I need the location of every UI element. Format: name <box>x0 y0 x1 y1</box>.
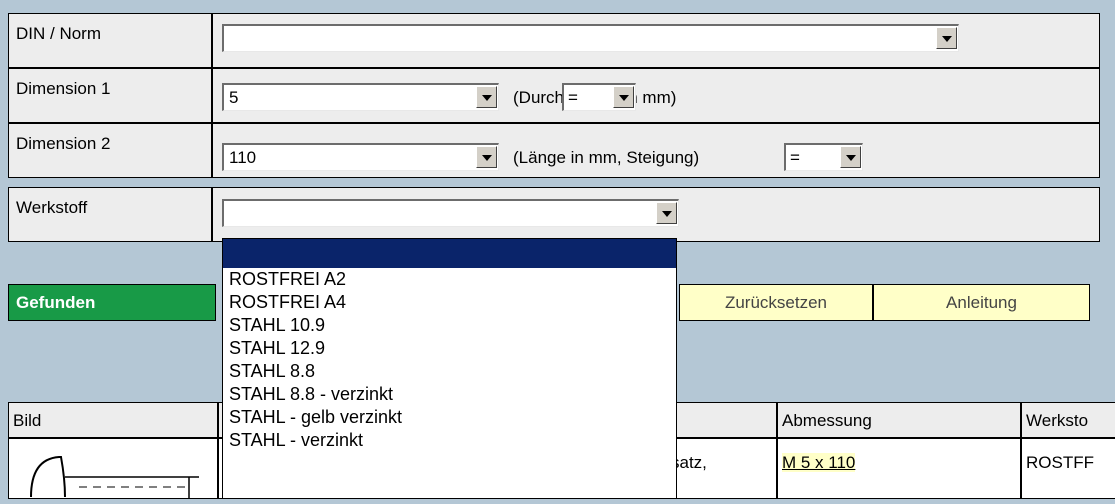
chevron-down-icon[interactable] <box>936 27 957 49</box>
dimension1-operator-value: = <box>568 88 578 107</box>
dimension2-cell: 110 (Länge in mm, Steigung) = <box>212 123 1100 178</box>
chevron-down-icon[interactable] <box>656 202 677 224</box>
dropdown-option[interactable]: STAHL 10.9 <box>223 314 676 337</box>
column-header-werkstoff: Werksto <box>1021 402 1115 438</box>
dimension2-operator-value: = <box>790 148 800 167</box>
din-norm-label: DIN / Norm <box>8 13 212 68</box>
werkstoff-cell <box>212 187 1100 242</box>
gefunden-button[interactable]: Gefunden <box>8 284 216 321</box>
dimension1-label: Dimension 1 <box>8 68 212 123</box>
dimension2-hint: (Länge in mm, Steigung) <box>513 148 700 167</box>
din-norm-select[interactable] <box>222 24 959 52</box>
werkstoff-dropdown-list[interactable]: ROSTFREI A2 ROSTFREI A4 STAHL 10.9 STAHL… <box>222 238 677 499</box>
werkstoff-select[interactable] <box>222 199 679 227</box>
dimension1-operator-select[interactable]: = <box>562 83 636 111</box>
dropdown-option[interactable]: ROSTFREI A4 <box>223 291 676 314</box>
chevron-down-icon[interactable] <box>840 146 861 168</box>
dimension2-value: 110 <box>229 148 257 167</box>
table-row-werkstoff: ROSTFF <box>1021 438 1115 499</box>
dimension2-label: Dimension 2 <box>8 123 212 178</box>
table-row-image-cell <box>8 438 218 499</box>
dimension2-select[interactable]: 110 <box>222 143 499 171</box>
dropdown-option[interactable]: STAHL 8.8 - verzinkt <box>223 383 676 406</box>
help-button[interactable]: Anleitung <box>873 284 1090 321</box>
dropdown-option[interactable]: STAHL 12.9 <box>223 337 676 360</box>
chevron-down-icon[interactable] <box>476 86 497 108</box>
column-header-bild: Bild <box>8 402 218 438</box>
werkstoff-label: Werkstoff <box>8 187 212 242</box>
screw-image <box>30 456 199 499</box>
dropdown-option[interactable]: STAHL 8.8 <box>223 360 676 383</box>
dimension1-value: 5 <box>229 88 239 107</box>
chevron-down-icon[interactable] <box>476 146 497 168</box>
dropdown-option-empty[interactable] <box>223 239 676 268</box>
dropdown-option[interactable]: STAHL - gelb verzinkt <box>223 406 676 429</box>
column-header-abmessung: Abmessung <box>777 402 1021 438</box>
dimension2-operator-select[interactable]: = <box>784 143 863 171</box>
dropdown-option[interactable]: ROSTFREI A2 <box>223 268 676 291</box>
dimension1-select[interactable]: 5 <box>222 83 499 111</box>
dimension1-cell: 5 (Durchmesser in mm) = <box>212 68 1100 123</box>
chevron-down-icon[interactable] <box>613 86 634 108</box>
reset-button[interactable]: Zurücksetzen <box>679 284 873 321</box>
abmessung-link[interactable]: M 5 x 110 <box>782 453 856 472</box>
table-row-abmessung: M 5 x 110 <box>777 438 1021 499</box>
din-norm-cell <box>212 13 1100 68</box>
dropdown-option[interactable]: STAHL - verzinkt <box>223 429 676 452</box>
